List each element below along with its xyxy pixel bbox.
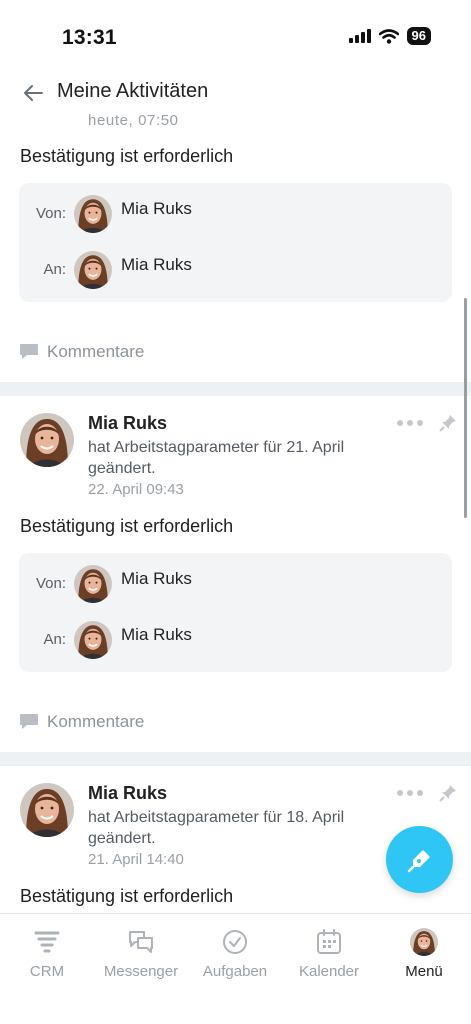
battery-icon: 96	[406, 27, 431, 45]
post-text: hat Arbeitstagparameter für 18. April ge…	[88, 809, 345, 847]
post-text: hat Arbeitstagparameter für 21. April ge…	[88, 439, 345, 477]
author-avatar[interactable]	[20, 413, 74, 467]
tasks-check-icon	[223, 930, 247, 954]
comments-label: Kommentare	[47, 712, 145, 731]
avatar	[410, 928, 438, 956]
approval-box: Von: Mia Ruks An: Mia Ruks	[19, 183, 452, 302]
nav-item-aufgaben[interactable]: Aufgaben	[188, 914, 282, 994]
nav-label-aufgaben: Aufgaben	[202, 963, 268, 980]
pin-icon[interactable]	[438, 783, 458, 803]
more-icon[interactable]	[397, 790, 423, 796]
page-header: Meine Aktivitäten	[0, 74, 471, 114]
pen-icon	[407, 849, 430, 872]
more-icon[interactable]	[397, 420, 423, 426]
from-label: Von:	[35, 205, 66, 222]
messenger-icon	[129, 931, 153, 953]
post-divider	[0, 752, 471, 766]
avatar[interactable]	[74, 565, 112, 603]
status-time: 13:31	[62, 26, 117, 49]
from-user-name[interactable]: Mia Ruks	[121, 569, 192, 589]
back-arrow-icon[interactable]	[22, 82, 44, 104]
nav-label-menu: Menü	[405, 963, 443, 980]
page-title: Meine Aktivitäten	[57, 80, 209, 102]
comments-button[interactable]: Kommentare	[19, 712, 144, 732]
from-row: Von: Mia Ruks	[19, 565, 452, 605]
pin-icon[interactable]	[438, 413, 458, 433]
avatar[interactable]	[74, 621, 112, 659]
author-avatar[interactable]	[20, 783, 74, 837]
to-row: An: Mia Ruks	[19, 621, 452, 661]
wifi-icon	[378, 28, 399, 44]
to-row: An: Mia Ruks	[19, 251, 452, 291]
comments-label: Kommentare	[47, 342, 145, 361]
avatar[interactable]	[74, 195, 112, 233]
to-label: An:	[43, 261, 66, 278]
signal-icon	[348, 29, 371, 43]
approval-box: Von: Mia Ruks An: Mia Ruks	[19, 553, 452, 672]
nav-item-messenger[interactable]: Messenger	[94, 914, 188, 994]
comments-button[interactable]: Kommentare	[19, 342, 144, 362]
nav-item-crm[interactable]: CRM	[0, 914, 94, 994]
post-timestamp: 22. April 09:43	[88, 481, 184, 498]
confirmation-required-label: Bestätigung ist erforderlich	[20, 516, 234, 536]
avatar[interactable]	[74, 251, 112, 289]
crm-funnel-icon	[34, 931, 60, 953]
nav-label-kalender: Kalender	[298, 963, 360, 980]
calendar-icon	[317, 929, 341, 954]
status-icons: 96	[348, 27, 431, 45]
from-label: Von:	[35, 575, 66, 592]
confirmation-required-label: Bestätigung ist erforderlich	[20, 146, 234, 166]
post-timestamp: heute, 07:50	[88, 112, 179, 129]
author-name[interactable]: Mia Ruks	[88, 783, 167, 804]
nav-label-crm: CRM	[29, 963, 65, 980]
nav-item-menu[interactable]: Menü	[377, 914, 471, 994]
comment-icon	[20, 344, 38, 359]
status-bar: 13:31 96	[0, 0, 471, 74]
author-name[interactable]: Mia Ruks	[88, 413, 167, 434]
post-timestamp: 21. April 14:40	[88, 851, 184, 868]
new-post-button[interactable]	[386, 826, 453, 893]
to-user-name[interactable]: Mia Ruks	[121, 625, 192, 645]
bottom-nav: CRM Messenger Aufgaben Kalender Menü	[0, 913, 471, 1024]
scrollbar[interactable]	[464, 298, 467, 518]
post-divider	[0, 382, 471, 396]
comment-icon	[20, 714, 38, 729]
from-row: Von: Mia Ruks	[19, 195, 452, 235]
confirmation-required-label: Bestätigung ist erforderlich	[20, 886, 234, 906]
nav-label-messenger: Messenger	[103, 963, 179, 980]
to-user-name[interactable]: Mia Ruks	[121, 255, 192, 275]
to-label: An:	[43, 631, 66, 648]
nav-item-kalender[interactable]: Kalender	[282, 914, 376, 994]
from-user-name[interactable]: Mia Ruks	[121, 199, 192, 219]
